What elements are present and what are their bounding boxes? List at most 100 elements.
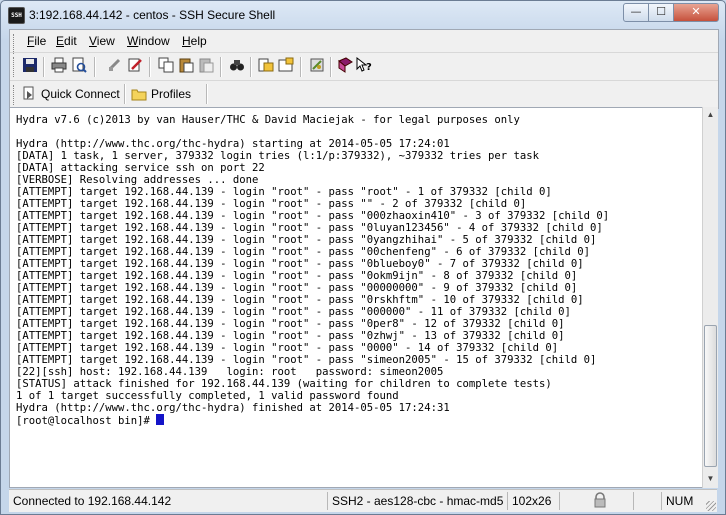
terminal-line: [ATTEMPT] target 192.168.44.139 - login … <box>16 198 527 210</box>
terminal-line: [ATTEMPT] target 192.168.44.139 - login … <box>16 306 571 318</box>
menu-file-label: ile <box>34 34 47 48</box>
terminal-line: [DATA] attacking service ssh on port 22 <box>16 162 265 174</box>
terminal-line: [ATTEMPT] target 192.168.44.139 - login … <box>16 330 565 342</box>
title-bar[interactable]: SSH 3:192.168.44.142 - centos - SSH Secu… <box>1 1 725 29</box>
terminal-output[interactable]: Hydra v7.6 (c)2013 by van Hauser/THC & D… <box>9 107 703 488</box>
resize-grip-icon[interactable] <box>706 501 716 511</box>
quick-connect-button[interactable]: Quick Connect <box>23 84 120 104</box>
terminal-line: [ATTEMPT] target 192.168.44.139 - login … <box>16 246 591 258</box>
settings-icon[interactable] <box>126 57 144 75</box>
menu-window-label: indow <box>138 34 170 48</box>
toolbar-separator <box>250 57 251 77</box>
preferences-icon[interactable] <box>308 57 326 75</box>
terminal-line: [ATTEMPT] target 192.168.44.139 - login … <box>16 222 603 234</box>
terminal-line: [STATUS] attack finished for 192.168.44.… <box>16 378 552 390</box>
quick-connect-label: Quick Connect <box>41 87 120 101</box>
profiles-button[interactable]: Profiles <box>131 84 191 104</box>
print-icon[interactable] <box>50 57 68 75</box>
menu-window-accel: W <box>127 34 139 48</box>
vertical-scrollbar[interactable]: ▲ ▼ <box>702 107 718 488</box>
terminal-line: [ATTEMPT] target 192.168.44.139 - login … <box>16 282 578 294</box>
terminal-line: Hydra (http://www.thc.org/thc-hydra) fin… <box>16 402 450 414</box>
profilebar-separator <box>206 84 207 104</box>
window-title: 3:192.168.44.142 - centos - SSH Secure S… <box>29 8 276 22</box>
toolbar-separator <box>300 57 301 77</box>
svg-text:?: ? <box>366 62 372 73</box>
maximize-button[interactable]: ☐ <box>648 3 674 22</box>
terminal-line: [ATTEMPT] target 192.168.44.139 - login … <box>16 294 584 306</box>
menu-edit-label: dit <box>64 34 77 48</box>
menu-view[interactable]: View <box>89 34 115 48</box>
terminal-line: [VERBOSE] Resolving addresses ... done <box>16 174 259 186</box>
toolbar-separator <box>330 57 331 77</box>
terminal-app-icon[interactable]: SSH <box>8 7 25 24</box>
connection-status: Connected to 192.168.44.142 <box>13 494 172 508</box>
terminal-line: [ATTEMPT] target 192.168.44.139 - login … <box>16 318 565 330</box>
menu-edit-accel: E <box>56 34 65 48</box>
toolbar-separator <box>43 57 44 77</box>
scroll-up-arrow-icon[interactable]: ▲ <box>703 107 718 123</box>
terminal-line: [ATTEMPT] target 192.168.44.139 - login … <box>16 234 597 246</box>
shell-prompt: [root@localhost bin]# <box>16 415 157 427</box>
terminal-line: Hydra (http://www.thc.org/thc-hydra) sta… <box>16 138 450 150</box>
lock-status <box>559 492 634 510</box>
help-book-icon[interactable] <box>336 57 354 75</box>
copy-icon[interactable] <box>157 57 175 75</box>
toolbar-separator <box>220 57 221 77</box>
menu-file[interactable]: File <box>27 34 46 48</box>
cipher-status: SSH2 - aes128-cbc - hmac-md5 <box>327 492 503 510</box>
toolbar: ? <box>10 53 718 81</box>
profiles-label: Profiles <box>151 87 192 101</box>
disconnect-icon[interactable] <box>106 57 124 75</box>
terminal-line: [22][ssh] host: 192.168.44.139 login: ro… <box>16 366 444 378</box>
toolbar-grip[interactable] <box>13 57 16 77</box>
find-icon[interactable] <box>228 57 246 75</box>
new-terminal-window-icon[interactable] <box>277 57 295 75</box>
terminal-line: [ATTEMPT] target 192.168.44.139 - login … <box>16 186 552 198</box>
menu-view-accel: V <box>89 34 97 48</box>
menu-window[interactable]: Window <box>127 34 170 48</box>
paste-icon[interactable] <box>177 57 195 75</box>
paste-disabled-icon[interactable] <box>197 57 215 75</box>
menubar-grip[interactable] <box>13 34 16 54</box>
toolbar-separator <box>94 57 95 77</box>
profilebar-grip[interactable] <box>13 85 16 105</box>
terminal-line: [DATA] 1 task, 1 server, 379332 login tr… <box>16 150 539 162</box>
menu-help-accel: H <box>182 34 191 48</box>
close-button[interactable]: ✕ <box>673 3 719 22</box>
scroll-down-arrow-icon[interactable]: ▼ <box>703 471 718 487</box>
terminal-line: Hydra v7.6 (c)2013 by van Hauser/THC & D… <box>16 114 520 126</box>
profile-bar: Quick Connect Profiles <box>10 81 718 107</box>
menu-edit[interactable]: Edit <box>56 34 77 48</box>
quick-connect-icon <box>23 85 37 107</box>
terminal-line: 1 of 1 target successfully completed, 1 … <box>16 390 399 402</box>
terminal-line: [ATTEMPT] target 192.168.44.139 - login … <box>16 354 597 366</box>
minimize-button[interactable]: — <box>623 3 649 22</box>
file-transfer-icon[interactable] <box>257 57 275 75</box>
app-icon-text: SSH <box>11 12 22 19</box>
terminal-prompt-line: [root@localhost bin]# <box>16 414 609 427</box>
text-cursor <box>156 414 165 425</box>
status-bar: Connected to 192.168.44.142 SSH2 - aes12… <box>9 489 717 512</box>
lock-icon <box>592 492 608 513</box>
print-preview-icon[interactable] <box>70 57 88 75</box>
terminal-lines: Hydra v7.6 (c)2013 by van Hauser/THC & D… <box>16 114 610 427</box>
terminal-line: [ATTEMPT] target 192.168.44.139 - login … <box>16 258 584 270</box>
terminal-size-status: 102x26 <box>507 492 551 510</box>
folder-icon <box>131 87 147 107</box>
terminal-line: [ATTEMPT] target 192.168.44.139 - login … <box>16 210 610 222</box>
menu-bar: File Edit View Window Help <box>10 30 718 54</box>
terminal-line: [ATTEMPT] target 192.168.44.139 - login … <box>16 270 578 282</box>
scrollbar-thumb[interactable] <box>704 325 717 467</box>
toolbar-separator <box>149 57 150 77</box>
save-icon[interactable] <box>21 57 39 75</box>
app-chrome: File Edit View Window Help ? Quick Conne… <box>9 29 719 109</box>
context-help-icon[interactable]: ? <box>355 56 373 75</box>
menu-help[interactable]: Help <box>182 34 207 48</box>
menu-help-label: elp <box>190 34 207 48</box>
menu-view-label: iew <box>96 34 115 48</box>
profilebar-separator <box>124 84 125 104</box>
ssh-window: SSH 3:192.168.44.142 - centos - SSH Secu… <box>0 0 726 515</box>
num-lock-status: NUM <box>661 492 693 510</box>
